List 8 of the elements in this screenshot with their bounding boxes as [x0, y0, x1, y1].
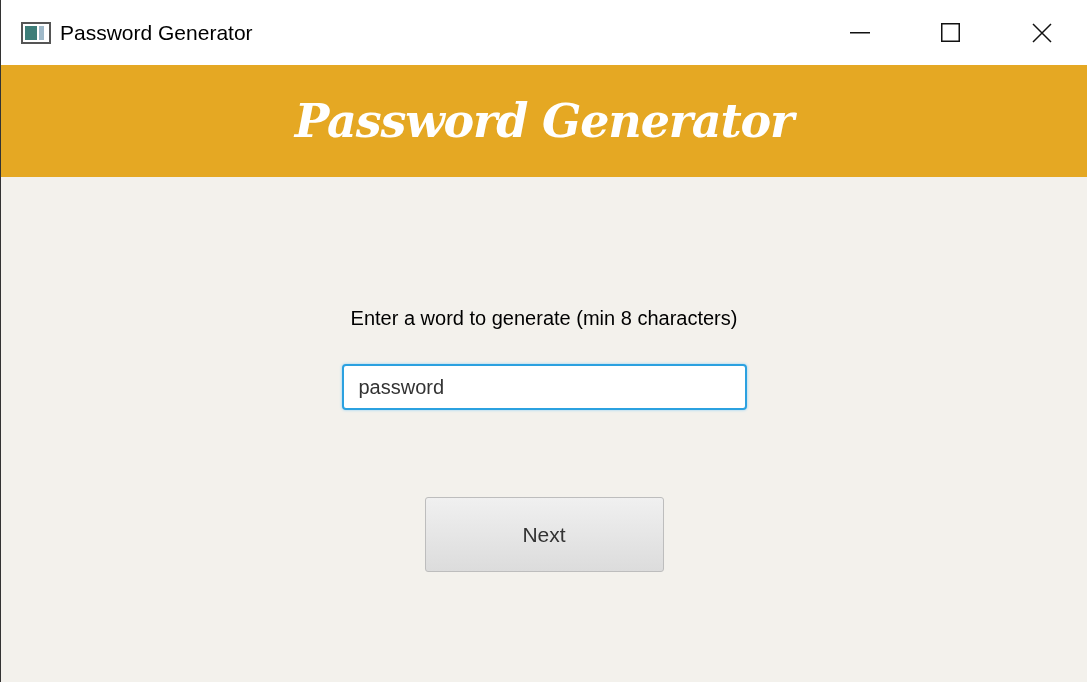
window-title: Password Generator [60, 19, 253, 46]
word-input[interactable]: password [341, 364, 747, 410]
app-icon [21, 21, 51, 44]
minimize-icon [849, 31, 870, 34]
next-button[interactable]: Next [424, 497, 664, 572]
maximize-icon [941, 23, 960, 42]
close-icon [1031, 22, 1052, 43]
prompt-label: Enter a word to generate (min 8 characters) [350, 306, 738, 331]
